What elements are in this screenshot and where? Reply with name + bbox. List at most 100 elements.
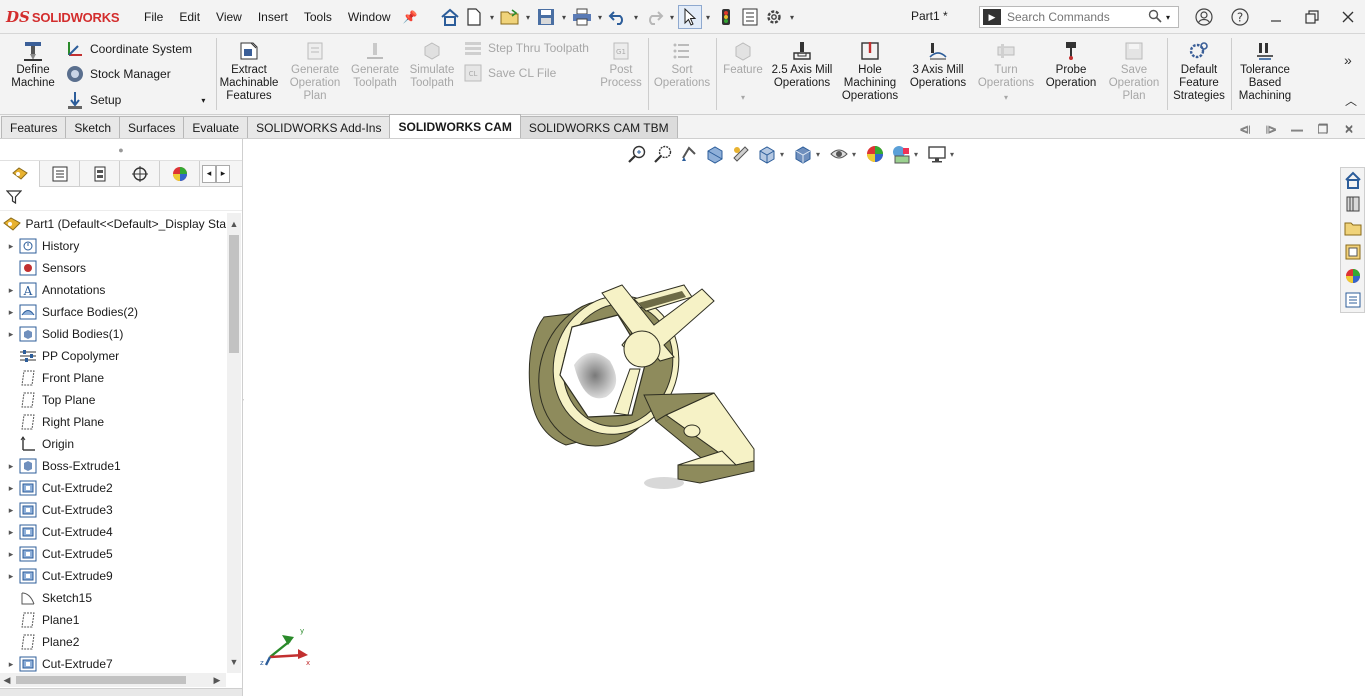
rebuild-traffic-light-icon[interactable] xyxy=(714,5,738,29)
part-3d-model[interactable] xyxy=(514,265,774,495)
step-thru-toolpath-button[interactable]: Step Thru Toolpath xyxy=(462,37,589,59)
propertymanager-tab-icon[interactable] xyxy=(40,160,80,187)
dimxpert-tab-icon[interactable] xyxy=(120,160,160,187)
view-orientation-icon[interactable] xyxy=(754,143,780,165)
zoom-to-area-icon[interactable] xyxy=(650,143,676,165)
post-process-button[interactable]: G1 Post Process xyxy=(596,40,646,90)
tab-solidworks-add-ins[interactable]: SOLIDWORKS Add-Ins xyxy=(247,116,391,138)
select-dropdown-icon[interactable]: ▾ xyxy=(702,13,714,22)
save-dropdown-icon[interactable]: ▾ xyxy=(558,13,570,22)
expand-arrow-icon[interactable]: ▸ xyxy=(4,483,18,494)
apply-scene-dropdown-icon[interactable]: ▾ xyxy=(914,150,924,159)
expand-arrow-icon[interactable]: ▸ xyxy=(4,307,18,318)
display-style-dropdown-icon[interactable]: ▾ xyxy=(816,150,826,159)
close-icon[interactable] xyxy=(1330,5,1365,29)
edit-appearance-icon[interactable] xyxy=(862,143,888,165)
simulate-toolpath-button[interactable]: Simulate Toolpath xyxy=(404,40,460,90)
redo-dropdown-icon[interactable]: ▾ xyxy=(666,13,678,22)
view-settings-dropdown-icon[interactable]: ▾ xyxy=(950,150,960,159)
extract-features-button[interactable]: Extract Machinable Features xyxy=(218,40,280,103)
probe-operation-button[interactable]: Probe Operation xyxy=(1040,40,1102,90)
view-settings-icon[interactable] xyxy=(924,143,950,165)
help-icon[interactable]: ? xyxy=(1222,5,1258,29)
scroll-thumb[interactable] xyxy=(229,235,239,353)
tree-item[interactable]: ▸ A Annotations xyxy=(0,279,226,301)
turn-operations-button[interactable]: Turn Operations ▾ xyxy=(974,40,1038,104)
scroll-left-icon[interactable]: ◀ xyxy=(0,673,14,687)
menu-window[interactable]: Window xyxy=(340,0,399,34)
select-arrow-icon[interactable] xyxy=(678,5,702,29)
previous-view-icon[interactable] xyxy=(676,143,702,165)
user-account-icon[interactable] xyxy=(1186,5,1222,29)
document-close-icon[interactable]: ✕ xyxy=(1336,122,1362,136)
stock-manager-button[interactable]: Stock Manager xyxy=(64,63,171,85)
expand-arrow-icon[interactable]: ▸ xyxy=(4,461,18,472)
sort-operations-button[interactable]: Sort Operations xyxy=(650,40,714,90)
tree-item[interactable]: ▸ Surface Bodies(2) xyxy=(0,301,226,323)
tree-item[interactable]: Front Plane xyxy=(0,367,226,389)
undo-icon[interactable] xyxy=(606,5,630,29)
solidworks-logo[interactable]: DS SOLIDWORKS xyxy=(6,8,120,26)
file-explorer-icon[interactable] xyxy=(1341,216,1364,240)
save-operation-plan-button[interactable]: Save Operation Plan xyxy=(1104,40,1164,103)
tree-item[interactable]: ▸ History xyxy=(0,235,226,257)
generate-operation-plan-button[interactable]: Generate Operation Plan xyxy=(284,40,346,103)
menu-view[interactable]: View xyxy=(208,0,250,34)
tolerance-based-machining-button[interactable]: Tolerance Based Machining xyxy=(1233,40,1297,103)
apply-scene-icon[interactable] xyxy=(888,143,914,165)
document-restore-icon[interactable]: ❐ xyxy=(1310,122,1336,136)
axis-3-mill-button[interactable]: 3 Axis Mill Operations xyxy=(906,40,970,90)
menu-file[interactable]: File xyxy=(136,0,171,34)
expand-arrow-icon[interactable]: ▸ xyxy=(4,241,18,252)
dynamic-annotation-views-icon[interactable] xyxy=(728,143,754,165)
hole-machining-button[interactable]: Hole Machining Operations xyxy=(838,40,902,103)
tree-vertical-scrollbar[interactable]: ▲ ▼ xyxy=(227,213,241,673)
tree-root-part[interactable]: Part1 (Default<<Default>_Display Sta xyxy=(0,213,226,235)
expand-arrow-icon[interactable]: ▸ xyxy=(4,659,18,670)
tree-item[interactable]: PP Copolymer xyxy=(0,345,226,367)
hscroll-thumb[interactable] xyxy=(16,676,186,684)
section-view-icon[interactable] xyxy=(702,143,728,165)
expand-arrow-icon[interactable]: ▸ xyxy=(4,505,18,516)
save-cl-file-button[interactable]: CL Save CL File xyxy=(462,62,556,84)
document-next-icon[interactable]: ⧐ xyxy=(1258,122,1284,136)
turn-dropdown-icon[interactable]: ▾ xyxy=(974,91,1038,104)
menu-tools[interactable]: Tools xyxy=(296,0,340,34)
feature-dropdown-icon[interactable]: ▾ xyxy=(718,91,768,104)
document-previous-icon[interactable]: ⧏ xyxy=(1232,122,1258,136)
search-icon[interactable] xyxy=(1148,9,1164,26)
feature-button[interactable]: Feature ▾ xyxy=(718,40,768,104)
pin-icon[interactable]: 📌 xyxy=(403,10,418,24)
default-feature-strategies-button[interactable]: Default Feature Strategies xyxy=(1169,40,1229,103)
menu-edit[interactable]: Edit xyxy=(171,0,208,34)
expand-arrow-icon[interactable]: ▸ xyxy=(4,571,18,582)
tree-item[interactable]: Top Plane xyxy=(0,389,226,411)
panel-gripper-icon[interactable]: ● xyxy=(0,139,242,161)
minimize-icon[interactable] xyxy=(1258,5,1294,29)
tree-item[interactable]: Plane1 xyxy=(0,609,226,631)
redo-icon[interactable] xyxy=(642,5,666,29)
tabs-scroll-left-icon[interactable]: ◂ xyxy=(202,164,216,183)
open-dropdown-icon[interactable]: ▾ xyxy=(522,13,534,22)
tab-solidworks-cam[interactable]: SOLIDWORKS CAM xyxy=(389,114,521,138)
coordinate-system-button[interactable]: Coordinate System xyxy=(64,38,192,60)
featuremanager-tab-icon[interactable] xyxy=(0,160,40,187)
tab-sketch[interactable]: Sketch xyxy=(65,116,121,138)
tree-filter[interactable] xyxy=(0,187,242,211)
tree-item[interactable]: ▸ Cut-Extrude5 xyxy=(0,543,226,565)
view-palette-icon[interactable] xyxy=(1341,240,1364,264)
tree-item[interactable]: ▸ Cut-Extrude7 xyxy=(0,653,226,673)
undo-dropdown-icon[interactable]: ▾ xyxy=(630,13,642,22)
expand-arrow-icon[interactable]: ▸ xyxy=(4,329,18,340)
print-dropdown-icon[interactable]: ▾ xyxy=(594,13,606,22)
tree-item[interactable]: Sensors xyxy=(0,257,226,279)
solidworks-resources-icon[interactable] xyxy=(1341,168,1364,192)
zoom-to-fit-icon[interactable] xyxy=(624,143,650,165)
scroll-up-icon[interactable]: ▲ xyxy=(227,217,241,231)
expand-arrow-icon[interactable]: ▸ xyxy=(4,285,18,296)
search-input[interactable] xyxy=(1007,10,1148,24)
tab-evaluate[interactable]: Evaluate xyxy=(183,116,249,138)
configurationmanager-tab-icon[interactable] xyxy=(80,160,120,187)
display-manager-tab-icon[interactable] xyxy=(160,160,200,187)
tree-horizontal-scrollbar[interactable]: ◀ ▶ xyxy=(0,673,226,687)
